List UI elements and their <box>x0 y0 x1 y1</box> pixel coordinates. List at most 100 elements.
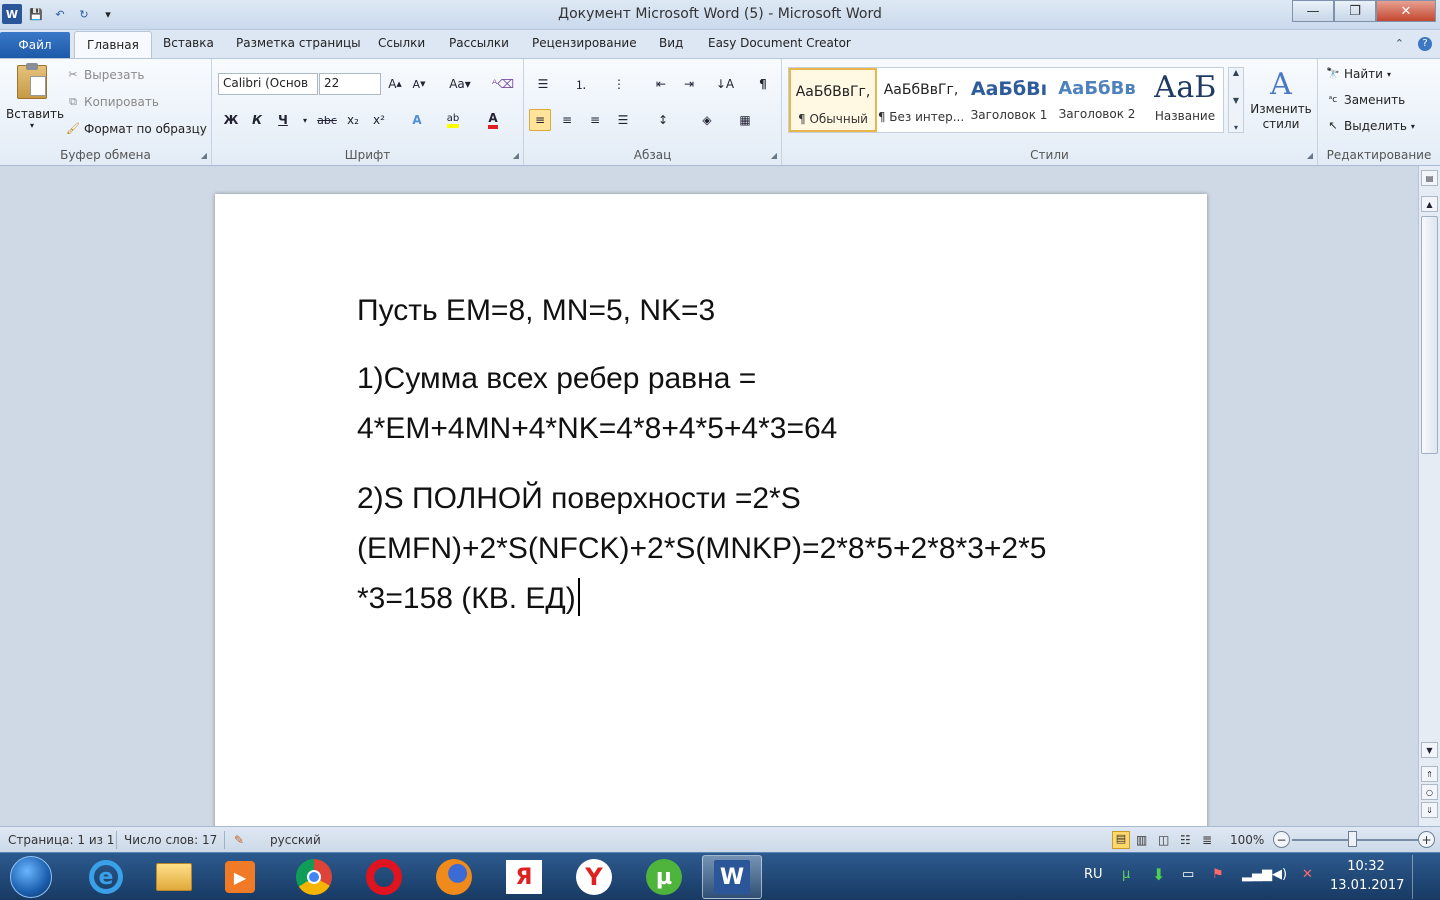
doc-paragraph-1[interactable]: Пусть EM=8, MN=5, NK=3 <box>357 286 1147 336</box>
firefox-icon[interactable] <box>424 855 484 899</box>
input-language[interactable]: RU <box>1084 867 1103 882</box>
close-button[interactable]: ✕ <box>1376 0 1436 22</box>
paragraph-launcher-icon[interactable]: ◢ <box>771 151 777 160</box>
explorer-icon[interactable] <box>144 855 204 899</box>
clear-formatting-icon[interactable]: ᴬ⌫ <box>492 73 514 95</box>
subscript-button[interactable]: x₂ <box>342 109 364 131</box>
highlight-color-icon[interactable]: ab <box>442 109 464 131</box>
paste-button[interactable]: Вставить ▾ <box>6 63 64 130</box>
tab-home[interactable]: Главная <box>74 31 152 59</box>
change-case-button[interactable]: Aa ▾ <box>444 73 476 95</box>
align-left-icon[interactable]: ≡ <box>529 109 551 131</box>
superscript-button[interactable]: x² <box>368 109 390 131</box>
grow-font-icon[interactable]: A ▲ <box>384 73 406 95</box>
increase-indent-icon[interactable]: ⇥ <box>678 73 700 95</box>
device-tray-icon[interactable]: ▭ <box>1182 867 1194 882</box>
find-button[interactable]: 🔭 Найти ▾ <box>1326 67 1391 81</box>
download-tray-icon[interactable]: ⬇ <box>1152 865 1165 884</box>
bold-button[interactable]: Ж <box>220 109 242 131</box>
tab-view[interactable]: Вид <box>659 36 683 50</box>
font-launcher-icon[interactable]: ◢ <box>513 151 519 160</box>
yandex-browser-icon[interactable]: Y <box>564 855 624 899</box>
replace-button[interactable]: ᵃc Заменить <box>1326 93 1405 107</box>
justify-icon[interactable]: ☰ <box>612 109 634 131</box>
web-layout-icon[interactable]: ◫ <box>1158 833 1169 847</box>
tab-file[interactable]: Файл <box>0 32 70 58</box>
vertical-scrollbar[interactable]: ▤ ▲ ▼ ⇑ ○ ⇓ <box>1418 166 1440 826</box>
clock[interactable]: 10:32 13.01.2017 <box>1330 857 1404 895</box>
select-button[interactable]: ↖ Выделить ▾ <box>1326 119 1415 133</box>
numbering-icon[interactable]: ⒈ <box>570 73 592 95</box>
change-styles-button[interactable]: A Изменить стили <box>1248 67 1314 132</box>
zoom-out-icon[interactable]: − <box>1273 831 1290 848</box>
scroll-up-icon[interactable]: ▲ <box>1421 196 1438 212</box>
help-icon[interactable]: ? <box>1418 37 1432 51</box>
tab-insert[interactable]: Вставка <box>163 36 214 50</box>
multilevel-list-icon[interactable]: ⋮ <box>608 73 630 95</box>
styles-down-icon[interactable]: ▼ <box>1229 96 1243 105</box>
draft-view-icon[interactable]: ≣ <box>1202 833 1212 847</box>
yandex-icon[interactable]: Я <box>494 855 554 899</box>
align-right-icon[interactable]: ≡ <box>584 109 606 131</box>
maximize-button[interactable]: ❐ <box>1334 0 1376 22</box>
full-screen-reading-icon[interactable]: ▥ <box>1136 833 1147 847</box>
print-layout-icon[interactable]: ▤ <box>1112 831 1130 849</box>
decrease-indent-icon[interactable]: ⇤ <box>650 73 672 95</box>
font-name-box[interactable]: Calibri (Основ <box>218 73 318 95</box>
line-spacing-icon[interactable]: ↕ <box>652 109 674 131</box>
italic-button[interactable]: К <box>246 109 268 131</box>
bullets-icon[interactable]: ☰ <box>532 73 554 95</box>
copy-button[interactable]: ⧉ Копировать <box>66 95 159 109</box>
styles-up-icon[interactable]: ▲ <box>1229 68 1243 77</box>
ruler-toggle-icon[interactable]: ▤ <box>1421 170 1438 186</box>
document-page[interactable]: Пусть EM=8, MN=5, NK=3 1)Сумма всех ребе… <box>215 194 1207 826</box>
format-painter-button[interactable]: 🖌 Формат по образцу <box>66 122 207 136</box>
document-area[interactable]: Пусть EM=8, MN=5, NK=3 1)Сумма всех ребе… <box>0 166 1418 826</box>
style-heading-2[interactable]: АаБбВв Заголовок 2 <box>1053 68 1141 132</box>
clipboard-launcher-icon[interactable]: ◢ <box>201 151 207 160</box>
opera-icon[interactable] <box>354 855 414 899</box>
underline-button[interactable]: Ч <box>272 109 294 131</box>
network-icon[interactable]: ▂▄▆ <box>1242 867 1272 882</box>
tab-references[interactable]: Ссылки <box>378 36 425 50</box>
tab-page-layout[interactable]: Разметка страницы <box>236 36 361 50</box>
zoom-level[interactable]: 100% <box>1230 833 1264 847</box>
scroll-down-icon[interactable]: ▼ <box>1421 742 1438 758</box>
next-page-icon[interactable]: ⇓ <box>1421 802 1438 818</box>
text-effects-icon[interactable]: A <box>406 109 428 131</box>
page-count[interactable]: Страница: 1 из 1 <box>8 833 114 847</box>
sort-icon[interactable]: ↓A <box>714 73 736 95</box>
utorrent-tray-icon[interactable]: µ <box>1122 867 1130 882</box>
strikethrough-button[interactable]: abc <box>316 109 338 131</box>
zoom-slider-knob[interactable] <box>1348 831 1357 847</box>
styles-more-icon[interactable]: ▾ <box>1229 123 1243 132</box>
borders-icon[interactable]: ▦ <box>734 109 756 131</box>
word-count[interactable]: Число слов: 17 <box>124 833 217 847</box>
paste-dropdown-icon[interactable]: ▾ <box>6 121 58 130</box>
doc-paragraph-2[interactable]: 1)Сумма всех ребер равна = 4*EM+4MN+4*NK… <box>357 354 1147 454</box>
shading-icon[interactable]: ◈ <box>696 109 718 131</box>
utorrent-icon[interactable]: µ <box>634 855 694 899</box>
font-size-box[interactable]: 22 <box>319 73 381 95</box>
browse-object-icon[interactable]: ○ <box>1421 784 1438 800</box>
font-color-icon[interactable]: A <box>482 109 504 131</box>
align-center-icon[interactable]: ≡ <box>556 109 578 131</box>
scroll-thumb[interactable] <box>1421 216 1438 454</box>
style-title[interactable]: АаБ Название <box>1141 68 1229 132</box>
styles-launcher-icon[interactable]: ◢ <box>1307 151 1313 160</box>
styles-scroll[interactable]: ▲ ▼ ▾ <box>1228 67 1244 133</box>
minimize-button[interactable]: — <box>1292 0 1334 22</box>
tab-easy-document-creator[interactable]: Easy Document Creator <box>708 36 851 50</box>
pilcrow-icon[interactable]: ¶ <box>752 73 774 95</box>
tab-mailings[interactable]: Рассылки <box>449 36 509 50</box>
volume-icon[interactable]: ◀) <box>1272 867 1287 882</box>
language[interactable]: русский <box>270 833 321 847</box>
power-icon[interactable]: ✕ <box>1302 867 1313 882</box>
zoom-in-icon[interactable]: + <box>1418 831 1435 848</box>
internet-explorer-icon[interactable]: e <box>76 855 136 899</box>
start-button[interactable] <box>10 856 52 898</box>
action-center-icon[interactable]: ⚑ <box>1212 867 1224 882</box>
style-heading-1[interactable]: АаБбВı Заголовок 1 <box>965 68 1053 132</box>
doc-paragraph-3[interactable]: 2)S ПОЛНОЙ поверхности =2*S (EMFN)+2*S(N… <box>357 474 1147 624</box>
show-desktop-button[interactable] <box>1412 855 1438 899</box>
